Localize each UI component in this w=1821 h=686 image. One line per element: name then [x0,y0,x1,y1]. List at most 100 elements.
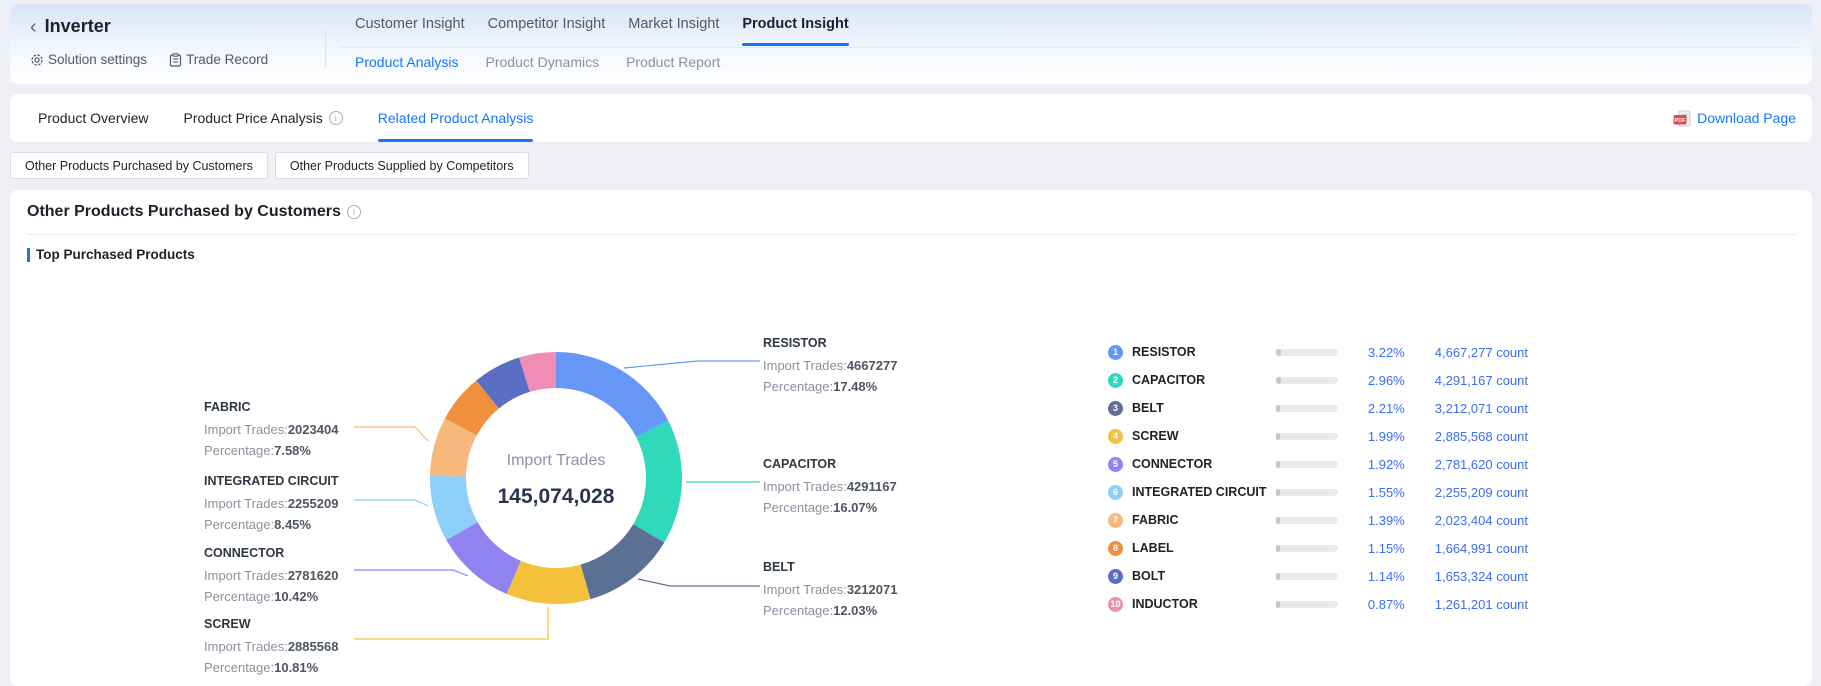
callout-title: CONNECTOR [204,543,354,564]
tab-market-insight[interactable]: Market Insight [628,16,719,44]
legend-count: 3,212,071 count [1435,401,1528,416]
donut-center-label: Import Trades [456,452,656,470]
subtab-product-dynamics[interactable]: Product Dynamics [486,54,600,70]
slice-belt[interactable] [581,524,665,599]
tab-customer-insight[interactable]: Customer Insight [355,16,465,44]
legend-progress-bar [1276,517,1338,524]
legend-percent: 1.15% [1338,541,1405,556]
subtab-product-analysis[interactable]: Product Analysis [355,54,459,70]
legend-percent: 1.14% [1338,569,1405,584]
filter-other-products-supplied-by-competitors[interactable]: Other Products Supplied by Competitors [275,152,529,179]
leader-line-belt [638,579,760,586]
callout-trades: Import Trades:2023404 [204,419,354,440]
legend-progress-fill [1276,461,1280,468]
legend-row-capacitor[interactable]: 2CAPACITOR2.96%4,291,167 count [1108,366,1528,394]
leader-line-integrated-circuit [354,500,428,506]
legend-name: RESISTOR [1132,345,1271,359]
solution-settings-button[interactable]: Solution settings [30,52,147,67]
legend-row-fabric[interactable]: 7FABRIC1.39%2,023,404 count [1108,506,1528,534]
slice-screw[interactable] [507,561,591,604]
legend-row-screw[interactable]: 4SCREW1.99%2,885,568 count [1108,422,1528,450]
rank-badge: 6 [1108,485,1123,500]
legend-percent: 1.92% [1338,457,1405,472]
callout-title: INTEGRATED CIRCUIT [204,471,354,492]
rank-badge: 5 [1108,457,1123,472]
legend-row-integrated-circuit[interactable]: 6INTEGRATED CIRCUIT1.55%2,255,209 count [1108,478,1528,506]
slice-resistor[interactable] [556,352,668,437]
rank-badge: 3 [1108,401,1123,416]
callout-title: SCREW [204,614,354,635]
donut-center-value: 145,074,028 [436,485,676,509]
download-page-link[interactable]: PDF Download Page [1673,94,1796,142]
legend-progress-bar [1276,573,1338,580]
legend-row-connector[interactable]: 5CONNECTOR1.92%2,781,620 count [1108,450,1528,478]
filter-button-row: Other Products Purchased by Customers Oth… [10,152,529,179]
legend-row-inductor[interactable]: 10INDUCTOR0.87%1,261,201 count [1108,590,1528,618]
callout-percentage: Percentage:10.42% [204,586,354,607]
legend-name: BELT [1132,401,1271,415]
tab-product-overview[interactable]: Product Overview [38,94,148,142]
legend-count: 4,291,167 count [1435,373,1528,388]
pdf-icon: PDF [1673,110,1692,127]
legend-progress-fill [1276,349,1281,356]
legend-row-resistor[interactable]: 1RESISTOR3.22%4,667,277 count [1108,338,1528,366]
legend-progress-bar [1276,489,1338,496]
legend-count: 4,667,277 count [1435,345,1528,360]
legend-name: CAPACITOR [1132,373,1271,387]
callout-title: FABRIC [204,397,354,418]
legend-progress-bar [1276,433,1338,440]
slice-capacitor[interactable] [633,421,682,543]
gear-icon [30,53,44,67]
callout-title: RESISTOR [763,333,913,354]
legend-progress-bar [1276,377,1338,384]
tabs-divider-line [340,47,1798,48]
header-divider [325,28,326,68]
page-title: Inverter [45,16,111,37]
tab-product-price-analysis[interactable]: Product Price Analysisi [183,94,342,142]
legend-row-belt[interactable]: 3 BELT 2.21% 3,212,071 count [1108,394,1528,422]
rank-badge: 4 [1108,429,1123,444]
legend-percent: 0.87% [1338,597,1405,612]
legend-progress-fill [1276,601,1280,608]
callout-belt: BELTImport Trades:3212071Percentage:12.0… [763,557,913,621]
callout-trades: Import Trades:3212071 [763,579,913,600]
legend-count: 2,255,209 count [1435,485,1528,500]
callout-screw: SCREWImport Trades:2885568Percentage:10.… [204,614,354,678]
callout-percentage: Percentage:12.03% [763,600,913,621]
leader-line-resistor [624,361,760,368]
legend-count: 1,664,991 count [1435,541,1528,556]
download-page-label: Download Page [1697,110,1796,126]
callout-title: BELT [763,557,913,578]
info-icon: i [329,111,343,125]
leader-line-fabric [354,427,428,441]
rank-badge: 9 [1108,569,1123,584]
legend-row-bolt[interactable]: 9BOLT1.14%1,653,324 count [1108,562,1528,590]
tab-competitor-insight[interactable]: Competitor Insight [488,16,606,44]
toolbar-card: Product Overview Product Price Analysisi R… [10,94,1812,142]
legend-progress-fill [1276,489,1280,496]
subtab-product-report[interactable]: Product Report [626,54,720,70]
legend-percent: 1.39% [1338,513,1405,528]
solution-settings-label: Solution settings [48,52,147,67]
svg-text:PDF: PDF [1675,118,1687,124]
legend-progress-bar [1276,405,1338,412]
callout-trades: Import Trades:4291167 [763,476,913,497]
legend-row-label[interactable]: 8LABEL1.15%1,664,991 count [1108,534,1528,562]
callout-trades: Import Trades:4667277 [763,355,913,376]
legend-progress-fill [1276,405,1280,412]
legend-percent: 2.21% [1338,401,1405,416]
tab-related-product-analysis[interactable]: Related Product Analysis [378,94,534,142]
callout-title: CAPACITOR [763,454,913,475]
tab-product-insight[interactable]: Product Insight [742,16,848,44]
filter-other-products-purchased-by-customers[interactable]: Other Products Purchased by Customers [10,152,268,179]
related-product-analysis-card: Other Products Purchased by Customers i … [10,190,1812,686]
trade-record-label: Trade Record [186,52,268,67]
legend-name: FABRIC [1132,513,1271,527]
legend-count: 2,781,620 count [1435,457,1528,472]
back-icon[interactable]: ‹ [30,17,37,37]
legend-count: 2,885,568 count [1435,429,1528,444]
legend-percent: 2.96% [1338,373,1405,388]
trade-record-button[interactable]: Trade Record [169,52,268,67]
callout-percentage: Percentage:17.48% [763,376,913,397]
legend-progress-fill [1276,545,1280,552]
